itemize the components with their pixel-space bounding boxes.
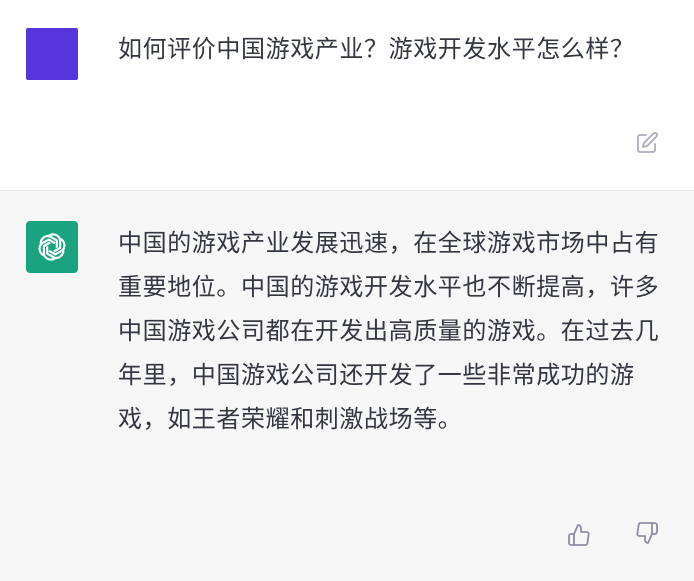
openai-logo-icon: [34, 229, 70, 265]
edit-icon: [635, 131, 659, 155]
thumbs-down-icon: [635, 521, 659, 545]
thumbs-down-button[interactable]: [632, 518, 662, 548]
assistant-message-text: 中国的游戏产业发展迅速，在全球游戏市场中占有重要地位。中国的游戏开发水平也不断提…: [118, 229, 660, 433]
user-message-row: 如何评价中国游戏产业？游戏开发水平怎么样？: [0, 0, 694, 190]
thumbs-up-icon: [567, 523, 591, 547]
user-avatar: [26, 28, 78, 80]
user-message-text: 如何评价中国游戏产业？游戏开发水平怎么样？: [118, 35, 635, 63]
thumbs-up-button[interactable]: [564, 520, 594, 550]
assistant-avatar: [26, 221, 78, 273]
edit-button[interactable]: [632, 128, 662, 158]
